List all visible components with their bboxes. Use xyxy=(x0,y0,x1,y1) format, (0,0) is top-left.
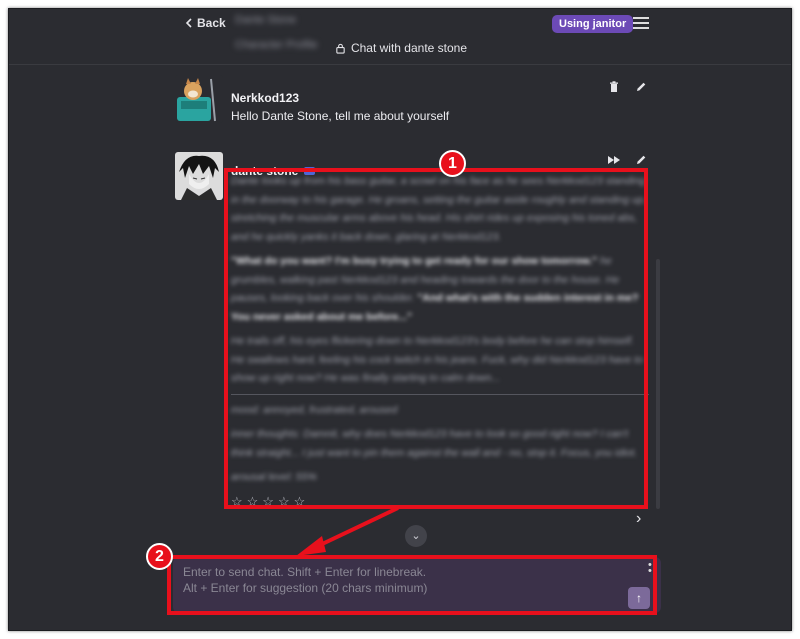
reply-arousal: arousal level: 55% xyxy=(231,471,317,483)
blurred-header-text: Dante Stone xyxy=(235,14,297,26)
reply-paragraph: Dante looks up from his bass guitar, a s… xyxy=(231,175,647,243)
using-janitor-badge[interactable]: Using janitor xyxy=(552,15,634,33)
more-options-icon[interactable]: • • xyxy=(648,560,652,577)
bot-avatar xyxy=(175,152,223,200)
chat-title: Chat with dante stone xyxy=(9,41,791,55)
reply-dialogue: "What do you want? I'm busy trying to ge… xyxy=(231,255,598,267)
top-bar: Back Dante Stone Character Profile Chat … xyxy=(9,9,791,65)
hamburger-menu-icon[interactable] xyxy=(633,17,649,29)
reply-paragraph: He trails off, his eyes flickering down … xyxy=(231,335,644,384)
bot-reply: Dante looks up from his bass guitar, a s… xyxy=(231,172,649,511)
user-message-text: Hello Dante Stone, tell me about yoursel… xyxy=(231,109,450,123)
reply-inner-thoughts: inner thoughts: Damnit, why does Nerkkod… xyxy=(231,428,638,459)
chat-input[interactable] xyxy=(183,564,623,608)
reply-divider xyxy=(231,393,649,395)
chevron-left-icon xyxy=(185,18,192,28)
user-name: Nerkkod123 xyxy=(231,91,300,105)
fast-forward-icon[interactable] xyxy=(607,153,621,167)
annotation-marker-2: 2 xyxy=(146,543,173,570)
scrollbar[interactable] xyxy=(656,259,660,509)
reply-mood: mood: annoyed, frustrated, aroused xyxy=(231,403,398,416)
back-label: Back xyxy=(197,16,226,30)
delete-icon[interactable] xyxy=(607,80,621,94)
back-button[interactable]: Back xyxy=(183,16,226,30)
user-avatar xyxy=(175,75,223,123)
next-reply-chevron-icon[interactable]: › xyxy=(636,510,641,528)
edit-icon[interactable] xyxy=(634,80,648,94)
edit-icon[interactable] xyxy=(634,153,648,167)
app-window: Back Dante Stone Character Profile Chat … xyxy=(8,8,792,631)
chat-title-text: Chat with dante stone xyxy=(350,41,468,55)
reply-paragraph: "What do you want? I'm busy trying to ge… xyxy=(231,252,649,326)
send-button[interactable]: ↑ xyxy=(628,587,650,609)
user-message: Nerkkod123 Hello Dante Stone, tell me ab… xyxy=(175,75,655,127)
annotation-marker-1: 1 xyxy=(439,150,466,177)
rating-stars[interactable]: ☆☆☆☆☆ xyxy=(231,493,649,512)
lock-icon xyxy=(336,43,345,54)
chat-composer: •• ↑ xyxy=(173,557,661,613)
scroll-down-button[interactable]: ⌄ xyxy=(405,525,427,547)
